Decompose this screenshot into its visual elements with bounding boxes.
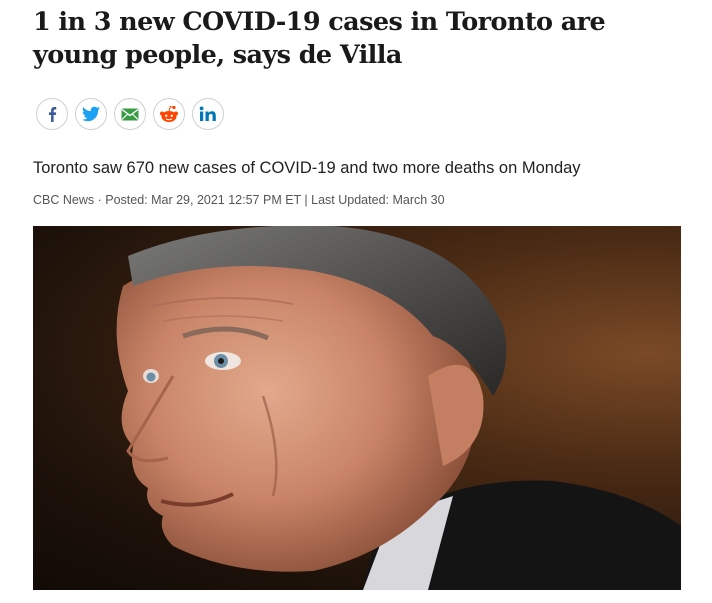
article-lead-photo[interactable] [33, 226, 681, 590]
reddit-icon [160, 105, 178, 122]
share-reddit-button[interactable] [153, 98, 185, 130]
byline-separator: · [94, 193, 106, 207]
article-byline: CBC News · Posted: Mar 29, 2021 12:57 PM… [33, 193, 445, 207]
article-headline: 1 in 3 new COVID-19 cases in Toronto are… [33, 7, 606, 70]
facebook-icon [49, 107, 57, 122]
share-linkedin-button[interactable] [192, 98, 224, 130]
byline-source: CBC News [33, 193, 95, 207]
email-icon [121, 108, 139, 120]
portrait-illustration [116, 226, 681, 590]
linkedin-icon [199, 106, 216, 121]
byline-updated: Last Updated: March 30 [311, 193, 445, 207]
share-facebook-button[interactable] [36, 98, 68, 130]
share-email-button[interactable] [114, 98, 146, 130]
twitter-icon [82, 106, 100, 122]
byline-posted: Posted: Mar 29, 2021 12:57 PM ET [105, 193, 301, 207]
share-twitter-button[interactable] [75, 98, 107, 130]
article-subheadline: Toronto saw 670 new cases of COVID-19 an… [33, 159, 581, 177]
share-bar [36, 98, 224, 130]
byline-divider: | [300, 193, 312, 207]
